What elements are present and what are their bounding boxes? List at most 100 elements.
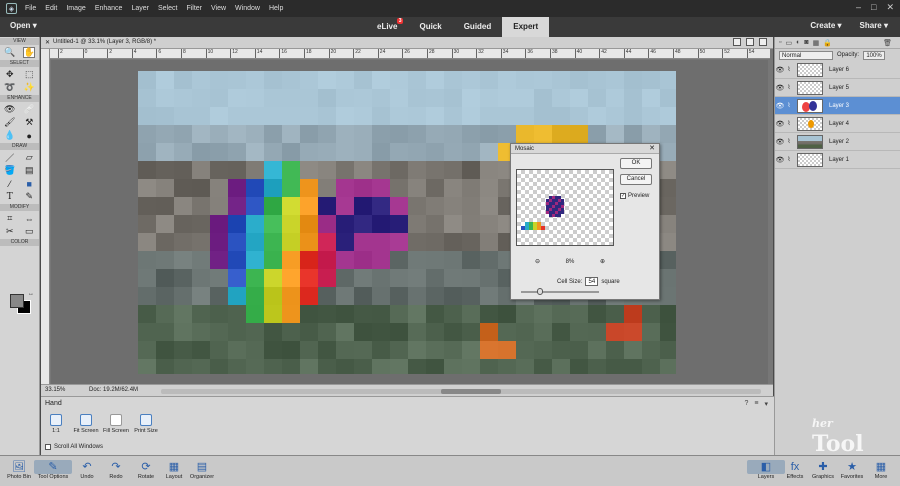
visibility-eye-icon[interactable]: 👁 [775,84,785,92]
blend-mode-select[interactable]: Normal [779,50,833,60]
print-size-button[interactable]: Print Size [131,414,161,434]
lasso-tool-icon[interactable]: ➰ [4,82,16,93]
menu-view[interactable]: View [211,5,226,12]
lock-icon[interactable]: 🔒 [823,39,832,47]
hand-tool-icon[interactable]: ✋ [23,47,36,58]
eyedropper-tool-icon[interactable]: ⁄ [4,178,16,189]
link-icon[interactable]: ⌇ [785,84,793,91]
adjustment-layer-icon[interactable]: ◐ [796,39,800,46]
visibility-eye-icon[interactable]: 👁 [775,156,785,164]
slider-knob[interactable] [537,288,543,295]
menu-window[interactable]: Window [235,5,260,12]
visibility-eye-icon[interactable]: 👁 [775,120,785,128]
marquee-tool-icon[interactable]: ⬚ [23,69,35,80]
trash-icon[interactable]: 🗑 [883,39,892,47]
filter-preview[interactable] [516,169,614,246]
layer-row-layer-1[interactable]: 👁 ⌇ Layer 1 [775,151,900,169]
cancel-button[interactable]: Cancel [620,174,652,185]
more-button[interactable]: ▦ More [862,460,900,480]
straighten-tool-icon[interactable]: ▭ [23,226,35,237]
create-button[interactable]: Create ▾ [810,21,841,30]
layer-mask-icon[interactable]: ◙ [804,39,808,46]
visibility-eye-icon[interactable]: 👁 [775,102,785,110]
tab-expert[interactable]: Expert [502,17,550,37]
paint-bucket-tool-icon[interactable]: 🪣 [4,165,16,176]
tab-elive[interactable]: eLive 3 [366,17,408,37]
link-icon[interactable]: ⌇ [785,120,793,127]
preview-check-box[interactable]: ✓ [620,193,626,199]
doc-close-box-icon[interactable] [759,38,767,46]
brush-tool-icon[interactable]: ／ [4,152,16,163]
share-button[interactable]: Share ▾ [860,21,888,30]
layer-row-layer-5[interactable]: 👁 ⌇ Layer 5 [775,79,900,97]
menu-help[interactable]: Help [269,5,283,12]
new-layer-icon[interactable]: ▫ [779,39,781,46]
zoom-tool-icon[interactable]: 🔍 [4,47,16,58]
visibility-eye-icon[interactable]: 👁 [775,138,785,146]
lock-transparency-icon[interactable]: ▦ [813,39,820,47]
shape-tool-icon[interactable]: ■ [23,178,35,189]
spot-healing-tool-icon[interactable]: 🩹 [23,104,35,115]
clone-stamp-tool-icon[interactable]: ⚒ [23,117,35,128]
content-aware-move-tool-icon[interactable]: ✂ [4,226,16,237]
move-tool-icon[interactable]: ✥ [4,69,16,80]
horizontal-scrollbar[interactable] [161,389,761,394]
one-to-one-button[interactable]: 1:1 [41,414,71,434]
zoom-out-icon[interactable]: ⊖ [535,258,540,265]
sponge-tool-icon[interactable]: ● [23,130,35,141]
preview-checkbox[interactable]: ✓ Preview [620,193,649,199]
link-icon[interactable]: ⌇ [785,66,793,73]
menu-layer[interactable]: Layer [131,5,149,12]
photo-bin-button[interactable]: 🖼 Photo Bin [0,460,38,480]
layer-row-layer-2[interactable]: 👁 ⌇ Layer 2 [775,133,900,151]
menu-filter[interactable]: Filter [186,5,202,12]
zoom-in-icon[interactable]: ⊕ [600,258,605,265]
open-button[interactable]: Open ▾ [10,21,37,30]
tool-options-button[interactable]: ✎ Tool Options [34,460,72,480]
options-menu-icon[interactable]: ≡ [754,400,758,408]
collapse-icon[interactable]: ▾ [764,400,768,408]
link-icon[interactable]: ⌇ [785,138,793,145]
pencil-tool-icon[interactable]: ✎ [23,191,35,202]
fit-screen-button[interactable]: Fit Screen [71,414,101,434]
ok-button[interactable]: OK [620,158,652,169]
doc-minimize-icon[interactable] [733,38,741,46]
doc-maximize-icon[interactable] [746,38,754,46]
eraser-tool-icon[interactable]: ▱ [23,152,35,163]
scroll-all-windows-checkbox[interactable]: Scroll All Windows [45,444,103,450]
help-icon[interactable]: ? [744,400,748,408]
fill-screen-button[interactable]: Fill Screen [101,414,131,434]
cell-size-input[interactable]: 54 [585,277,599,286]
gradient-tool-icon[interactable]: ▤ [23,165,35,176]
maximize-icon[interactable]: □ [871,2,876,13]
blur-tool-icon[interactable]: 💧 [4,130,16,141]
menu-edit[interactable]: Edit [45,5,57,12]
zoom-level[interactable]: 33.15% [45,387,65,393]
foreground-color-swatch[interactable] [10,294,24,308]
dialog-close-icon[interactable]: ✕ [649,144,655,154]
tab-quick[interactable]: Quick [408,17,452,37]
magic-wand-tool-icon[interactable]: ✨ [23,82,35,93]
canvas-area[interactable] [51,60,768,384]
recompose-tool-icon[interactable]: ⇔ [23,213,35,224]
cell-size-slider[interactable] [521,288,599,295]
menu-enhance[interactable]: Enhance [95,5,123,12]
opacity-input[interactable]: 100% [863,50,886,60]
visibility-eye-icon[interactable]: 👁 [775,66,785,74]
layer-row-layer-4[interactable]: 👁 ⌇ Layer 4 [775,115,900,133]
close-icon[interactable]: ✕ [886,2,894,13]
smart-brush-tool-icon[interactable]: 🖌 [4,117,16,128]
doc-close-icon[interactable]: ✕ [45,39,50,46]
link-icon[interactable]: ⌇ [785,156,793,163]
menu-select[interactable]: Select [158,5,177,12]
layer-row-layer-3[interactable]: 👁 ⌇ Layer 3 [775,97,900,115]
menu-file[interactable]: File [25,5,36,12]
link-icon[interactable]: ⌇ [785,102,793,109]
swap-colors-icon[interactable]: ↔ [28,291,34,297]
dialog-title-bar[interactable]: Mosaic ✕ [511,144,659,154]
scroll-all-check-box[interactable] [45,444,51,450]
crop-tool-icon[interactable]: ⌗ [4,213,16,224]
red-eye-tool-icon[interactable]: 👁 [4,104,16,115]
minimize-icon[interactable]: – [856,2,861,13]
type-tool-icon[interactable]: T [4,191,16,202]
